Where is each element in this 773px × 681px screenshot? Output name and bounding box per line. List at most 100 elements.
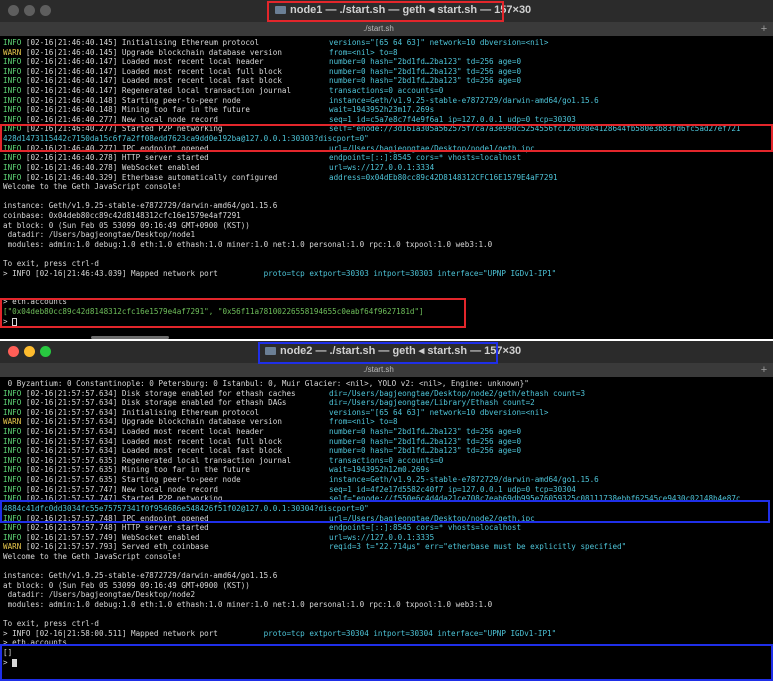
terminal-line: INFO [02-16|21:46:40.147] Regenerated lo…	[0, 86, 773, 96]
log-level: INFO	[3, 436, 22, 446]
log-values: endpoint=[::]:8545 cors=* vhosts=localho…	[329, 523, 522, 533]
terminal-line: INFO [02-16|21:46:40.148] Starting peer-…	[0, 96, 773, 106]
log-values: self="enode://f550e6c4d4da21ce708c7eab69…	[329, 494, 741, 504]
terminal-line: INFO [02-16|21:46:40.145] Initialising E…	[0, 38, 773, 48]
log-text: [02-16|21:46:40.277] New local node reco…	[21, 114, 218, 124]
terminal-line: > INFO [02-16|21:46:43.039] Mapped netwo…	[0, 269, 773, 279]
terminal-line: INFO [02-16|21:57:57.748] HTTP server st…	[0, 523, 773, 533]
log-level: INFO	[3, 57, 22, 67]
log-message: INFO [02-16|21:46:40.145] Initialising E…	[3, 38, 259, 48]
terminal-line: 4884c41dfc0dd3034fc55e75757341f0f954686e…	[0, 504, 773, 514]
log-text: Welcome to the Geth JavaScript console!	[3, 182, 182, 192]
zoom-button[interactable]	[40, 5, 51, 16]
terminal-line: 428d1473115442c7150da15c6f7a2ff08edd7623…	[0, 134, 773, 144]
terminal-window-node1[interactable]: node1 — ./start.sh — geth ◂ start.sh — 1…	[0, 0, 773, 339]
zoom-button[interactable]	[40, 346, 51, 357]
tab-bar: ./start.sh +	[0, 363, 773, 377]
log-text: ["0x04deb80cc89c42d8148312cfc16e1579e4af…	[3, 307, 424, 317]
log-values: wait=1943952h23m17.269s	[329, 105, 435, 115]
log-values: address=0x04dEb80cc89c42D8148312CFC16E15…	[329, 172, 558, 182]
terminal-line: >	[0, 317, 773, 327]
log-level: INFO	[3, 475, 22, 485]
log-message: INFO [02-16|21:57:57.748] IPC endpoint o…	[3, 514, 209, 524]
log-values: endpoint=[::]:8545 cors=* vhosts=localho…	[329, 153, 522, 163]
log-message: INFO [02-16|21:57:57.634] Loaded most re…	[3, 427, 264, 437]
log-level: INFO	[3, 532, 22, 542]
log-message: >	[3, 317, 18, 327]
title-bar[interactable]: node1 — ./start.sh — geth ◂ start.sh — 1…	[0, 0, 773, 22]
new-tab-plus-icon[interactable]: +	[758, 363, 770, 377]
log-text: > INFO [02-16|21:58:00.511] Mapped netwo…	[3, 628, 218, 638]
log-message: WARN [02-16|21:46:40.145] Upgrade blockc…	[3, 48, 282, 58]
log-values: transactions=0 accounts=0	[329, 455, 444, 465]
tab-start-sh[interactable]: ./start.sh	[0, 22, 757, 36]
log-message: INFO [02-16|21:57:57.635] Regenerated lo…	[3, 456, 291, 466]
text-cursor	[12, 317, 18, 326]
close-button[interactable]	[8, 346, 19, 357]
log-level: WARN	[3, 542, 22, 552]
minimize-button[interactable]	[24, 5, 35, 16]
log-values: self="enode://3d161a305a562575f7ca7a3e99…	[329, 124, 741, 134]
terminal-window-node2[interactable]: node2 — ./start.sh — geth ◂ start.sh — 1…	[0, 341, 773, 681]
terminal-line: INFO [02-16|21:46:40.147] Loaded most re…	[0, 57, 773, 67]
minimize-button[interactable]	[24, 346, 35, 357]
log-text: [02-16|21:57:57.634] Disk storage enable…	[21, 398, 287, 408]
terminal-line: Welcome to the Geth JavaScript console!	[0, 182, 773, 192]
terminal-line: INFO [02-16|21:57:57.635] Starting peer-…	[0, 475, 773, 485]
log-values: reqid=3 t="22.714µs" err="etherbase must…	[329, 542, 627, 552]
log-level: INFO	[3, 388, 22, 398]
log-values: number=0 hash="2bd1fd…2ba123" td=256 age…	[329, 57, 522, 67]
log-text: [02-16|21:46:40.329] Etherbase automatic…	[21, 172, 278, 182]
log-message: []	[3, 648, 12, 658]
terminal-line: at block: 0 (Sun Feb 05 53099 09:16:49 G…	[0, 221, 773, 231]
log-level: INFO	[3, 143, 22, 153]
close-button[interactable]	[8, 5, 19, 16]
log-level: WARN	[3, 47, 22, 57]
scrollbar-thumb[interactable]	[91, 336, 169, 339]
log-message: INFO [02-16|21:57:57.635] Mining too far…	[3, 465, 250, 475]
terminal-line: To exit, press ctrl-d	[0, 259, 773, 269]
log-values: proto=tcp extport=30304 intport=30304 in…	[217, 628, 557, 638]
log-message: INFO [02-16|21:46:40.277] IPC endpoint o…	[3, 144, 209, 154]
log-text: [02-16|21:57:57.634] Loaded most recent …	[21, 436, 282, 446]
log-message: > eth.accounts	[3, 297, 67, 307]
log-message: INFO [02-16|21:46:40.147] Loaded most re…	[3, 76, 282, 86]
new-tab-plus-icon[interactable]: +	[758, 22, 770, 36]
log-text: [02-16|21:46:40.277] Started P2P network…	[21, 124, 223, 134]
log-values: number=0 hash="2bd1fd…2ba123" td=256 age…	[329, 66, 522, 76]
log-level: INFO	[3, 427, 22, 437]
log-message: To exit, press ctrl-d	[3, 619, 99, 629]
log-message: Welcome to the Geth JavaScript console!	[3, 552, 181, 562]
log-level: INFO	[3, 172, 22, 182]
log-values: dir=/Users/bagjeongtae/Desktop/node2/get…	[329, 388, 586, 398]
log-message: at block: 0 (Sun Feb 05 53099 09:16:49 G…	[3, 581, 250, 591]
terminal-line: WARN [02-16|21:57:57.634] Upgrade blockc…	[0, 417, 773, 427]
log-text: > eth.accounts	[3, 297, 68, 307]
terminal-line: INFO [02-16|21:57:57.634] Disk storage e…	[0, 398, 773, 408]
terminal-line: coinbase: 0x04deb80cc89c42d8148312cfc16e…	[0, 211, 773, 221]
log-level: INFO	[3, 494, 22, 504]
terminal-output[interactable]: 0 Byzantium: 0 Constantinople: 0 Petersb…	[0, 379, 773, 681]
log-values: seq=1 id=c5a7e8c7f4e9f6a1 ip=127.0.0.1 u…	[329, 114, 576, 124]
log-level: INFO	[3, 407, 22, 417]
terminal-line: INFO [02-16|21:46:40.277] Started P2P ne…	[0, 124, 773, 134]
log-values: number=0 hash="2bd1fd…2ba123" td=256 age…	[329, 76, 522, 86]
log-message: INFO [02-16|21:46:40.147] Regenerated lo…	[3, 86, 291, 96]
terminal-output[interactable]: INFO [02-16|21:46:40.145] Initialising E…	[0, 38, 773, 339]
log-text: 428d1473115442c7150da15c6f7a2ff08edd7623…	[3, 134, 369, 144]
log-level: INFO	[3, 95, 22, 105]
log-message: INFO [02-16|21:57:57.635] Starting peer-…	[3, 475, 241, 485]
log-text: [02-16|21:46:40.148] Starting peer-to-pe…	[21, 95, 241, 105]
log-message: INFO [02-16|21:46:40.147] Loaded most re…	[3, 67, 282, 77]
log-values: seq=1 id=4f2e17d5582c40f7 ip=127.0.0.1 u…	[329, 484, 576, 494]
log-text: 0 Byzantium: 0 Constantinople: 0 Petersb…	[3, 379, 529, 388]
log-text: [02-16|21:46:40.277] IPC endpoint opened	[21, 143, 209, 153]
tab-start-sh[interactable]: ./start.sh	[0, 363, 757, 377]
log-text: [02-16|21:46:40.147] Regenerated local t…	[21, 86, 292, 96]
title-bar[interactable]: node2 — ./start.sh — geth ◂ start.sh — 1…	[0, 341, 773, 363]
terminal-line: INFO [02-16|21:57:57.749] WebSocket enab…	[0, 533, 773, 543]
log-message: datadir: /Users/bagjeongtae/Desktop/node…	[3, 590, 195, 600]
